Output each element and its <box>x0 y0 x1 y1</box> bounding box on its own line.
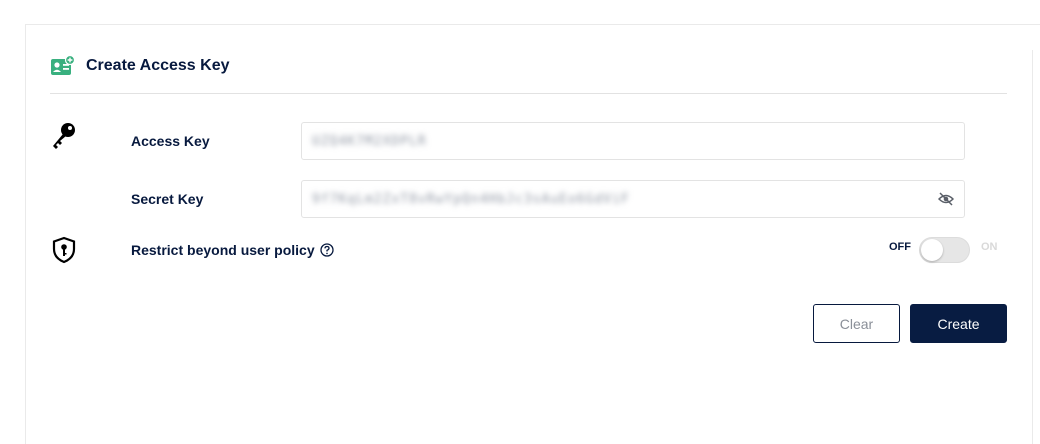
access-key-input[interactable]: UZQ4K7M2XDPLR <box>301 122 965 160</box>
restrict-policy-label: Restrict beyond user policy <box>131 242 334 258</box>
eye-off-icon[interactable] <box>938 192 954 206</box>
help-circle-icon[interactable] <box>319 243 334 257</box>
access-key-value: UZQ4K7M2XDPLR <box>312 133 427 149</box>
secret-key-label: Secret Key <box>131 191 204 207</box>
restrict-policy-toggle[interactable] <box>919 237 970 263</box>
restrict-policy-text: Restrict beyond user policy <box>131 242 315 258</box>
create-button[interactable]: Create <box>910 304 1007 343</box>
create-access-key-panel <box>25 24 1040 444</box>
panel-divider <box>1032 50 1033 444</box>
secret-key-value: 9f7KqLm2ZxT8vRwYpQn4HbJc3sAuEo6GdViF <box>312 191 630 207</box>
access-key-card-icon <box>50 55 76 77</box>
access-key-label: Access Key <box>131 133 210 149</box>
page-header: Create Access Key <box>50 52 230 80</box>
header-divider <box>50 93 1007 94</box>
toggle-on-label: ON <box>981 241 998 253</box>
clear-button[interactable]: Clear <box>813 304 900 343</box>
toggle-off-label: OFF <box>889 241 911 253</box>
toggle-knob <box>921 239 943 261</box>
shield-key-icon <box>51 236 77 264</box>
page-title: Create Access Key <box>86 57 230 74</box>
key-icon <box>50 121 78 151</box>
secret-key-input[interactable]: 9f7KqLm2ZxT8vRwYpQn4HbJc3sAuEo6GdViF <box>301 180 965 218</box>
